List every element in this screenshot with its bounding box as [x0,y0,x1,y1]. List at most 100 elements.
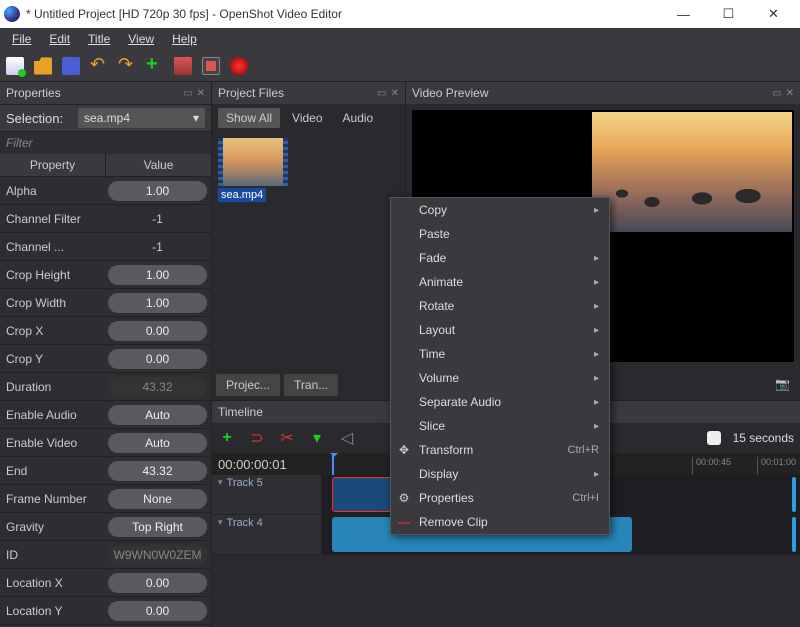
context-menu-item[interactable]: Time▸ [391,342,609,366]
dock-close-icon[interactable]: ✕ [391,88,399,99]
menu-file[interactable]: File [4,30,39,48]
property-value[interactable]: Auto [108,405,207,425]
menu-help[interactable]: Help [164,30,205,48]
property-key: Crop Height [0,268,104,282]
zoom-slider-handle[interactable] [707,431,721,445]
timecode: 00:00:00:01 [218,457,328,472]
new-project-icon[interactable] [6,57,24,75]
property-value[interactable]: -1 [108,240,207,254]
property-row[interactable]: Enable VideoAuto [0,429,211,457]
prev-marker-icon[interactable]: ◁ [338,429,356,447]
property-value[interactable]: 0.00 [108,321,207,341]
property-row[interactable]: Channel ...-1 [0,233,211,261]
save-project-icon[interactable] [62,57,80,75]
property-value[interactable]: None [108,489,207,509]
shortcut-label: Ctrl+I [572,492,599,504]
dock-float-icon[interactable]: ▭ [183,88,192,99]
selection-row: Selection: sea.mp4 ▾ [0,104,211,132]
context-menu-item[interactable]: Copy▸ [391,198,609,222]
context-menu-item[interactable]: Separate Audio▸ [391,390,609,414]
property-row[interactable]: Duration43.32 [0,373,211,401]
playhead-icon[interactable] [332,453,334,475]
dock-float-icon[interactable]: ▭ [772,88,781,99]
property-row[interactable]: Location Y0.00 [0,597,211,625]
menu-title[interactable]: Title [80,30,118,48]
property-value[interactable]: 43.32 [108,461,207,481]
context-menu-item[interactable]: Layout▸ [391,318,609,342]
export-video-icon[interactable] [230,57,248,75]
context-menu-item[interactable]: ✥TransformCtrl+R [391,438,609,462]
selection-label: Selection: [6,111,78,126]
property-value[interactable]: 43.32 [108,377,207,397]
property-value[interactable]: 0.00 [108,349,207,369]
maximize-button[interactable]: ☐ [706,0,751,28]
property-row[interactable]: IDW9WN0W0ZEM [0,541,211,569]
context-menu-item[interactable]: —Remove Clip [391,510,609,534]
property-row[interactable]: End43.32 [0,457,211,485]
tab-show-all[interactable]: Show All [218,108,280,128]
snapshot-icon[interactable]: 📷 [775,377,790,391]
property-row[interactable]: Crop Y0.00 [0,345,211,373]
property-value[interactable]: 0.00 [108,573,207,593]
property-row[interactable]: Crop X0.00 [0,317,211,345]
context-menu-item[interactable]: Slice▸ [391,414,609,438]
add-track-icon[interactable]: + [218,429,236,447]
add-marker-icon[interactable]: ▾ [308,429,326,447]
undo-icon[interactable]: ↶ [90,57,108,75]
project-files-body[interactable]: sea.mp4 [212,132,405,370]
property-row[interactable]: GravityTop Right [0,513,211,541]
tab-video[interactable]: Video [284,108,330,128]
property-value[interactable]: -1 [108,212,207,226]
property-value[interactable]: 1.00 [108,293,207,313]
fullscreen-icon[interactable] [202,57,220,75]
menu-bar: File Edit Title View Help [0,28,800,50]
snap-icon[interactable]: ⊃ [248,429,266,447]
chevron-down-icon: ▾ [218,477,223,488]
property-row[interactable]: Enable AudioAuto [0,401,211,429]
property-value[interactable]: 0.00 [108,601,207,621]
track-header[interactable]: ▾Track 5 [212,475,322,514]
context-menu-item[interactable]: Display▸ [391,462,609,486]
property-row[interactable]: Frame NumberNone [0,485,211,513]
choose-profile-icon[interactable] [174,57,192,75]
property-row[interactable]: Alpha1.00 [0,177,211,205]
context-menu-item[interactable]: Fade▸ [391,246,609,270]
property-row[interactable]: Crop Height 1.00 [0,261,211,289]
property-value[interactable]: 1.00 [108,181,207,201]
context-menu-item[interactable]: ⚙PropertiesCtrl+I [391,486,609,510]
razor-icon[interactable]: ✂ [278,429,296,447]
property-value[interactable]: Top Right [108,517,207,537]
context-menu-item[interactable]: Animate▸ [391,270,609,294]
project-file-item[interactable]: sea.mp4 [218,138,288,202]
property-list: Alpha1.00Channel Filter-1Channel ...-1Cr… [0,177,211,627]
property-value[interactable]: Auto [108,433,207,453]
property-row[interactable]: Channel Filter-1 [0,205,211,233]
minimize-button[interactable]: — [661,0,706,28]
redo-icon[interactable]: ↷ [118,57,136,75]
property-value[interactable]: W9WN0W0ZEM [108,545,207,565]
property-row[interactable]: Location X0.00 [0,569,211,597]
context-menu-item[interactable]: Rotate▸ [391,294,609,318]
submenu-arrow-icon: ▸ [594,205,599,216]
open-project-icon[interactable] [34,57,52,75]
chevron-down-icon: ▾ [218,517,223,528]
selection-combo[interactable]: sea.mp4 ▾ [78,108,205,128]
tab-audio[interactable]: Audio [335,108,382,128]
property-value[interactable]: 1.00 [108,265,207,285]
close-button[interactable]: ✕ [751,0,796,28]
dock-close-icon[interactable]: ✕ [786,88,794,99]
import-files-icon[interactable]: + [146,57,164,75]
menu-view[interactable]: View [120,30,162,48]
track-header[interactable]: ▾Track 4 [212,515,322,554]
property-row[interactable]: Crop Width1.00 [0,289,211,317]
dock-float-icon[interactable]: ▭ [377,88,386,99]
project-files-panel: Project Files ▭✕ Show All Video Audio se… [212,82,406,400]
context-menu-item[interactable]: Paste [391,222,609,246]
tab-transitions[interactable]: Tran... [284,374,338,396]
tab-project[interactable]: Projec... [216,374,280,396]
context-menu: Copy▸PasteFade▸Animate▸Rotate▸Layout▸Tim… [390,197,610,535]
menu-edit[interactable]: Edit [41,30,78,48]
context-menu-item[interactable]: Volume▸ [391,366,609,390]
dock-close-icon[interactable]: ✕ [197,88,205,99]
filter-input[interactable]: Filter [0,132,211,154]
